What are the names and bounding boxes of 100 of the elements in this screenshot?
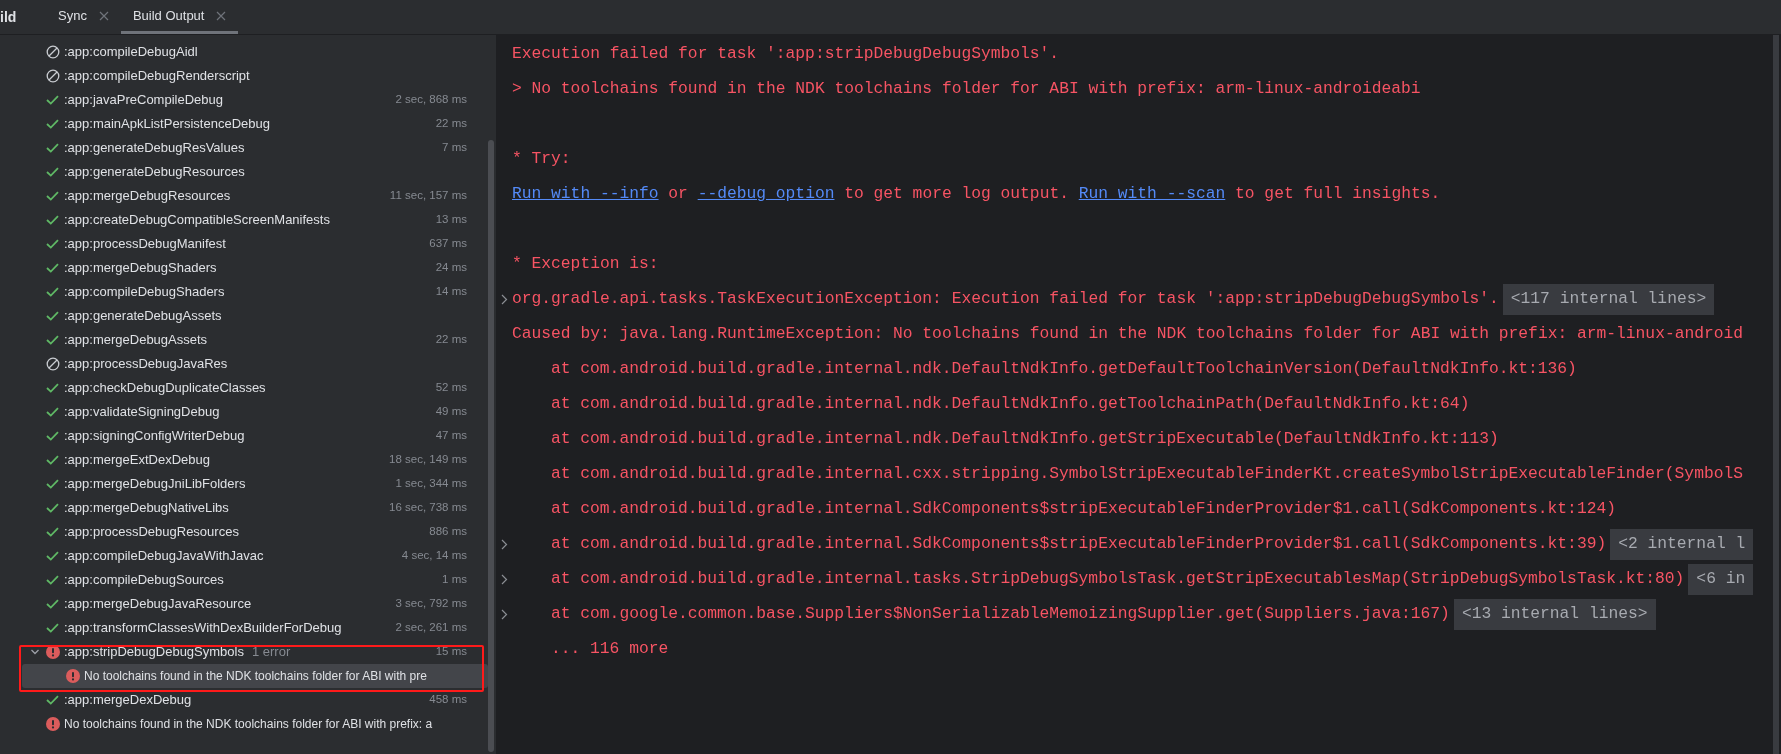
task-duration: 16 sec, 738 ms <box>389 500 467 516</box>
error-count: 1 error <box>251 643 291 662</box>
check-icon <box>46 599 59 609</box>
task-duration: 22 ms <box>435 116 467 132</box>
expand-chevron-icon[interactable] <box>501 294 508 305</box>
close-icon[interactable] <box>98 10 109 21</box>
task-row[interactable]: :app:validateSigningDebug 49 ms <box>22 400 488 424</box>
check-icon <box>46 287 59 297</box>
internal-lines-fold[interactable]: <6 in <box>1688 564 1754 595</box>
task-row[interactable]: :app:mergeDebugResources 11 sec, 157 ms <box>22 184 488 208</box>
task-name: :app:compileDebugRenderscript <box>64 67 250 86</box>
task-row[interactable]: :app:processDebugJavaRes <box>22 352 488 376</box>
task-row[interactable]: :app:mergeExtDexDebug 18 sec, 149 ms <box>22 448 488 472</box>
task-name: :app:mergeExtDexDebug <box>64 451 210 470</box>
task-row[interactable]: :app:mergeDebugAssets 22 ms <box>22 328 488 352</box>
scrollbar-thumb[interactable] <box>488 140 494 752</box>
check-icon <box>46 695 59 705</box>
expand-chevron-icon[interactable] <box>501 574 508 585</box>
task-row[interactable]: :app:processDebugResources 886 ms <box>22 520 488 544</box>
console-line: at com.android.build.gradle.internal.cxx.stripping.SymbolStripExecutableFinderKt.createSymbolStripExecutableFinder(SymbolS <box>551 463 1743 486</box>
console-line: at com.android.build.gradle.internal.ndk.DefaultNdkInfo.getToolchainPath(DefaultNdkInfo.kt:64) <box>551 393 1470 416</box>
check-icon <box>46 527 59 537</box>
task-row[interactable]: :app:signingConfigWriterDebug 47 ms <box>22 424 488 448</box>
task-duration: 4 sec, 14 ms <box>401 548 467 564</box>
task-row[interactable]: :app:compileDebugShaders 14 ms <box>22 280 488 304</box>
task-duration: 15 ms <box>435 644 467 660</box>
task-row[interactable]: :app:generateDebugResValues 7 ms <box>22 136 488 160</box>
error-message-row[interactable]: No toolchains found in the NDK toolchains folder for ABI with pre <box>22 664 488 688</box>
check-icon <box>46 455 59 465</box>
console-line: Execution failed for task ':app:stripDebugDebugSymbols'. <box>512 43 1060 66</box>
task-duration: 14 ms <box>435 284 467 300</box>
check-icon <box>46 575 59 585</box>
task-row[interactable]: :app:checkDebugDuplicateClasses 52 ms <box>22 376 488 400</box>
tab-label: Build Output <box>132 6 205 25</box>
internal-lines-fold[interactable]: <117 internal lines> <box>1502 284 1715 315</box>
task-name: :app:generateDebugResValues <box>64 139 245 158</box>
task-name: :app:transformClassesWithDexBuilderForDebug <box>64 619 342 638</box>
task-duration: 22 ms <box>435 332 467 348</box>
task-row[interactable]: :app:generateDebugResources <box>22 160 488 184</box>
task-name: :app:generateDebugAssets <box>64 307 222 326</box>
console-link[interactable]: Run with --info <box>512 184 659 204</box>
console-line: at com.android.build.gradle.internal.SdkComponents$stripExecutableFinderProvider$1.call(SdkComponents.kt:124) <box>551 498 1616 521</box>
console-line: * Try: <box>512 148 571 171</box>
task-name: :app:processDebugJavaRes <box>64 355 228 374</box>
error-message: No toolchains found in the NDK toolchains folder for ABI with prefix: a <box>64 716 433 733</box>
task-row[interactable]: :app:processDebugManifest 637 ms <box>22 232 488 256</box>
task-row[interactable]: :app:mergeDebugJavaResource 3 sec, 792 ms <box>22 592 488 616</box>
task-row[interactable]: :app:compileDebugAidl <box>22 40 488 64</box>
console-line: Caused by: java.lang.RuntimeException: No toolchains found in the NDK toolchains folder for ABI with prefix: arm-linux-android <box>512 323 1744 346</box>
expand-chevron-icon[interactable] <box>501 539 508 550</box>
console-link[interactable]: --debug option <box>697 184 835 204</box>
close-icon[interactable] <box>216 10 227 21</box>
task-name: :app:mergeDebugResources <box>64 187 231 206</box>
check-icon <box>46 407 59 417</box>
check-icon <box>46 503 59 513</box>
task-name: :app:generateDebugResources <box>64 163 245 182</box>
tab[interactable]: Sync <box>46 0 121 34</box>
task-row[interactable]: :app:javaPreCompileDebug 2 sec, 868 ms <box>22 88 488 112</box>
task-name: :app:validateSigningDebug <box>64 403 220 422</box>
check-icon <box>46 191 59 201</box>
task-duration: 11 sec, 157 ms <box>389 188 467 204</box>
check-icon <box>46 167 59 177</box>
scrollbar-thumb[interactable] <box>1772 35 1779 754</box>
task-row[interactable]: :app:generateDebugAssets <box>22 304 488 328</box>
task-duration: 1 ms <box>442 572 467 588</box>
task-duration: 52 ms <box>435 380 467 396</box>
error-message-row[interactable]: No toolchains found in the NDK toolchains folder for ABI with prefix: a <box>22 712 488 736</box>
check-icon <box>46 551 59 561</box>
tool-window-title: ild <box>0 7 18 27</box>
task-name: :app:processDebugResources <box>64 523 239 542</box>
task-duration: 47 ms <box>435 428 467 444</box>
expand-chevron-icon[interactable] <box>501 609 508 620</box>
console-link[interactable]: Run with --scan <box>1078 184 1226 204</box>
task-row[interactable]: :app:compileDebugJavaWithJavac 4 sec, 14 ms <box>22 544 488 568</box>
task-name: :app:javaPreCompileDebug <box>64 91 223 110</box>
task-name: :app:mergeDebugAssets <box>64 331 208 350</box>
chevron-icon[interactable] <box>30 647 40 657</box>
skipped-icon <box>46 69 60 83</box>
internal-lines-fold[interactable]: <13 internal lines> <box>1453 599 1656 630</box>
task-row[interactable]: :app:mergeDebugShaders 24 ms <box>22 256 488 280</box>
task-row[interactable]: :app:mergeDebugNativeLibs 16 sec, 738 ms <box>22 496 488 520</box>
error-icon <box>46 717 60 731</box>
task-row[interactable]: :app:mergeDebugJniLibFolders 1 sec, 344 ms <box>22 472 488 496</box>
task-row[interactable]: :app:stripDebugDebugSymbols 1 error 15 ms <box>22 640 488 664</box>
task-name: :app:processDebugManifest <box>64 235 226 254</box>
task-row[interactable]: :app:compileDebugRenderscript <box>22 64 488 88</box>
task-name: :app:mergeDebugNativeLibs <box>64 499 229 518</box>
error-message: No toolchains found in the NDK toolchains folder for ABI with pre <box>84 668 427 685</box>
check-icon <box>46 119 59 129</box>
task-name: :app:mergeDebugShaders <box>64 259 217 278</box>
skipped-icon <box>46 45 60 59</box>
task-row[interactable]: :app:mainApkListPersistenceDebug 22 ms <box>22 112 488 136</box>
check-icon <box>46 431 59 441</box>
task-row[interactable]: :app:mergeDexDebug 458 ms <box>22 688 488 712</box>
task-row[interactable]: :app:compileDebugSources 1 ms <box>22 568 488 592</box>
task-row[interactable]: :app:transformClassesWithDexBuilderForDebug 2 sec, 261 ms <box>22 616 488 640</box>
task-duration: 1 sec, 344 ms <box>395 476 467 492</box>
task-row[interactable]: :app:createDebugCompatibleScreenManifests 13 ms <box>22 208 488 232</box>
internal-lines-fold[interactable]: <2 internal l <box>1610 529 1754 560</box>
check-icon <box>46 383 59 393</box>
